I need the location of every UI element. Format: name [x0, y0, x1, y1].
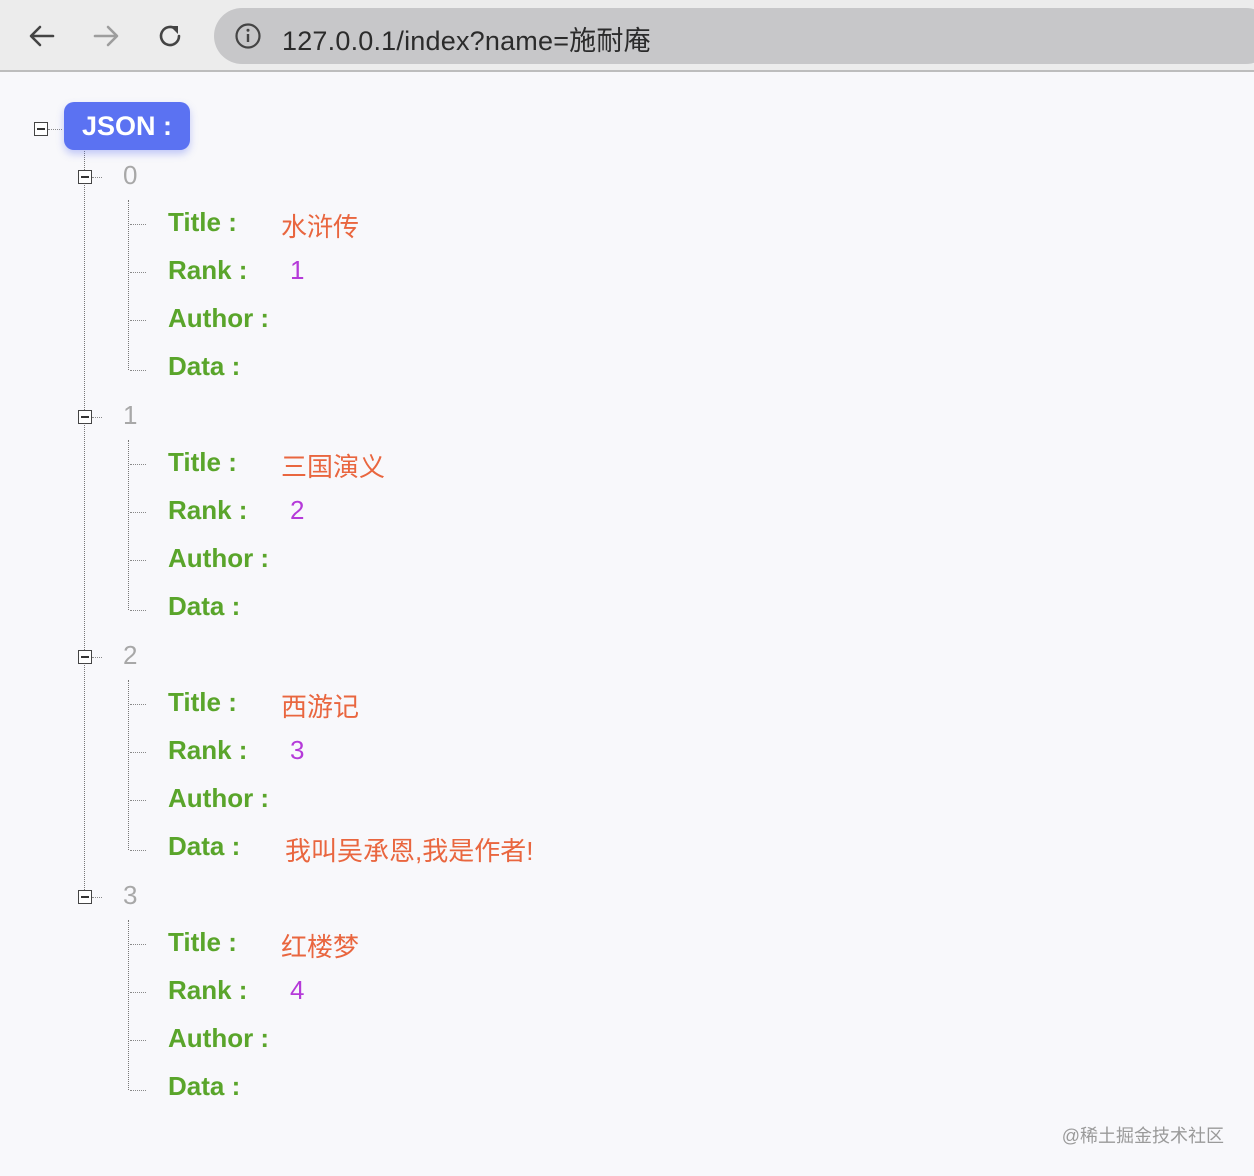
tree-connector — [92, 897, 102, 898]
tree-connector — [130, 944, 146, 945]
arrow-left-icon — [29, 25, 55, 47]
tree-connector — [130, 224, 146, 225]
item-3-index[interactable]: 3 — [123, 880, 137, 911]
item-1-title-key: Title : — [168, 447, 237, 477]
item-2-rank-key: Rank : — [168, 735, 248, 765]
tree-connector — [128, 440, 129, 610]
tree-connector — [130, 850, 146, 851]
item-0-author-key: Author : — [168, 303, 270, 333]
item-3-title-value: 红楼梦 — [281, 932, 360, 962]
json-tree: JSON : 0 Title : 水浒传 Rank : 1 Author : D… — [0, 74, 1254, 1174]
item-0-title-key: Title : — [168, 207, 237, 237]
item-3-rank-value: 4 — [290, 975, 305, 1005]
tree-connector — [130, 370, 146, 371]
browser-toolbar: 127.0.0.1/index?name=施耐庵 — [0, 0, 1254, 72]
tree-connector — [130, 752, 146, 753]
tree-connector — [130, 1040, 146, 1041]
item-0-rank-value: 1 — [290, 255, 305, 285]
tree-connector — [92, 417, 102, 418]
item-3-title-key: Title : — [168, 927, 237, 957]
tree-connector — [84, 136, 85, 896]
item-0-index[interactable]: 0 — [123, 160, 137, 191]
tree-connector — [128, 680, 129, 850]
item-2-collapse-toggle[interactable] — [78, 650, 92, 664]
tree-connector — [130, 272, 146, 273]
item-3-data-key: Data : — [168, 1071, 241, 1101]
item-2-rank-value: 3 — [290, 735, 305, 765]
tree-connector — [130, 992, 146, 993]
item-2-data-key: Data : — [168, 831, 241, 861]
item-0-data-key: Data : — [168, 351, 241, 381]
tree-connector — [128, 920, 129, 1090]
item-2-index[interactable]: 2 — [123, 640, 137, 671]
root-badge[interactable]: JSON : — [64, 102, 190, 150]
item-3-rank-key: Rank : — [168, 975, 248, 1005]
back-button[interactable] — [20, 14, 64, 58]
tree-connector — [92, 657, 102, 658]
tree-connector — [130, 1090, 146, 1091]
item-2-title-key: Title : — [168, 687, 237, 717]
tree-connector — [130, 610, 146, 611]
item-3-collapse-toggle[interactable] — [78, 890, 92, 904]
item-2-title-value: 西游记 — [281, 692, 360, 722]
item-1-data-key: Data : — [168, 591, 241, 621]
tree-connector — [130, 464, 146, 465]
forward-button[interactable] — [84, 14, 128, 58]
root-collapse-toggle[interactable] — [34, 122, 48, 136]
reload-icon — [159, 25, 181, 47]
item-1-collapse-toggle[interactable] — [78, 410, 92, 424]
item-0-rank-key: Rank : — [168, 255, 248, 285]
tree-connector — [92, 177, 102, 178]
item-1-author-key: Author : — [168, 543, 270, 573]
tree-connector — [128, 200, 129, 370]
tree-connector — [130, 320, 146, 321]
tree-connector — [130, 800, 146, 801]
item-0-collapse-toggle[interactable] — [78, 170, 92, 184]
tree-connector — [130, 704, 146, 705]
item-2-author-key: Author : — [168, 783, 270, 813]
url-text[interactable]: 127.0.0.1/index?name=施耐庵 — [282, 19, 651, 58]
item-1-title-value: 三国演义 — [281, 452, 386, 482]
item-2-data-value: 我叫吴承恩,我是作者! — [285, 836, 534, 866]
item-1-rank-key: Rank : — [168, 495, 248, 525]
reload-button[interactable] — [148, 14, 192, 58]
item-3-author-key: Author : — [168, 1023, 270, 1053]
tree-connector — [130, 560, 146, 561]
tree-connector — [130, 512, 146, 513]
watermark: @稀土掘金技术社区 — [1061, 1126, 1224, 1146]
item-1-index[interactable]: 1 — [123, 400, 137, 431]
item-0-title-value: 水浒传 — [281, 212, 360, 242]
item-1-rank-value: 2 — [290, 495, 305, 525]
address-bar[interactable]: 127.0.0.1/index?name=施耐庵 — [214, 8, 1254, 64]
tree-connector — [48, 129, 62, 130]
info-icon[interactable] — [234, 22, 262, 50]
arrow-right-icon — [93, 25, 119, 47]
